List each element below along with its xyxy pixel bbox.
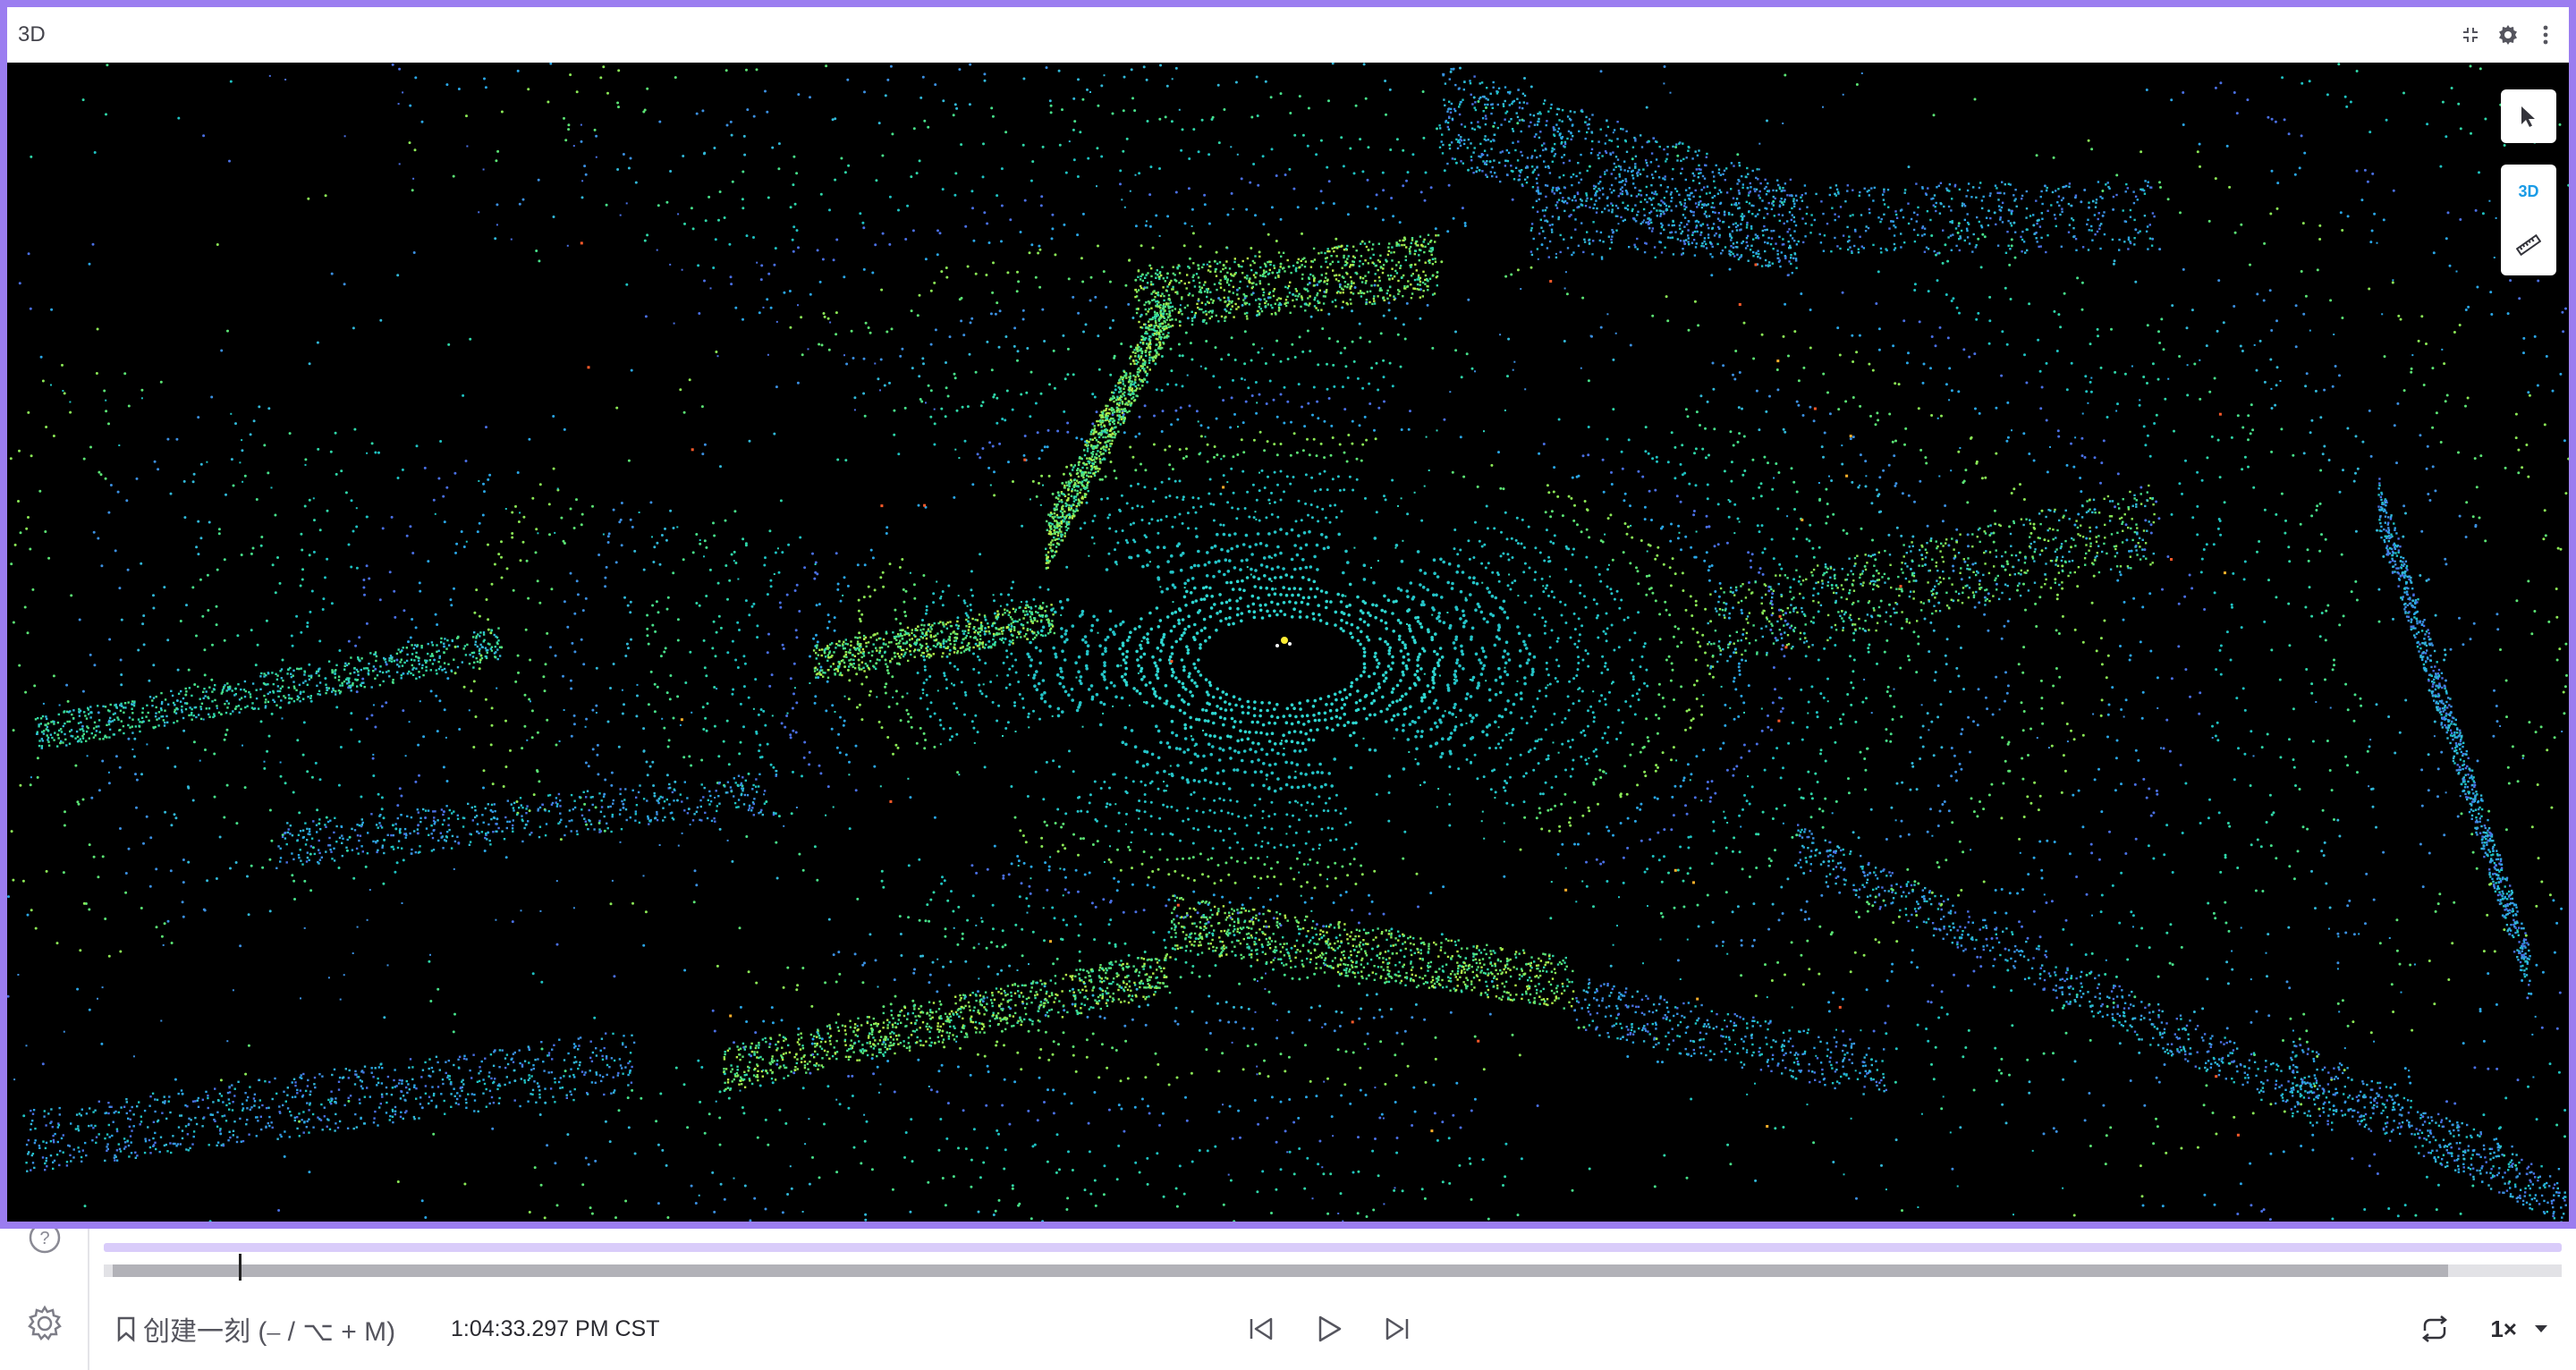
current-time: 1:04:33.297 PM CST xyxy=(451,1315,660,1341)
settings-gear-icon[interactable] xyxy=(23,1302,66,1345)
cursor-icon[interactable] xyxy=(2501,89,2556,143)
ruler-icon[interactable] xyxy=(2501,218,2556,272)
skip-forward-icon[interactable] xyxy=(1377,1309,1417,1349)
timeline-loaded-range xyxy=(113,1264,2448,1277)
panel-title: 3D xyxy=(18,22,46,47)
timeline-playhead[interactable] xyxy=(239,1254,242,1281)
lidar-point-cloud xyxy=(7,63,2569,1222)
speed-label: 1× xyxy=(2490,1315,2517,1342)
timeline-range-bar[interactable] xyxy=(104,1243,2562,1252)
3d-panel: 3D 3D xyxy=(0,0,2576,1229)
interact-tool-group xyxy=(2501,89,2556,143)
bookmark-icon xyxy=(117,1316,135,1342)
view-mode-3d-button[interactable]: 3D xyxy=(2501,165,2556,218)
svg-text:?: ? xyxy=(39,1229,49,1248)
gear-icon[interactable] xyxy=(2496,22,2521,47)
panel-header: 3D xyxy=(7,7,2569,63)
create-moment-button[interactable]: 创建一刻 (⎯ / ⌥ + M) xyxy=(116,1309,395,1349)
playback-speed-select[interactable]: 1× xyxy=(2490,1315,2549,1343)
play-icon[interactable] xyxy=(1309,1309,1349,1349)
collapse-icon[interactable] xyxy=(2458,22,2483,47)
more-vertical-icon[interactable] xyxy=(2533,22,2558,47)
create-moment-label: 创建一刻 (⎯ / ⌥ + M) xyxy=(143,1317,396,1347)
vehicle-center xyxy=(1209,619,1352,701)
chevron-down-icon xyxy=(2535,1325,2547,1332)
point-cloud-viewport[interactable]: 3D xyxy=(7,63,2569,1222)
skip-back-icon[interactable] xyxy=(1241,1309,1281,1349)
transport-controls xyxy=(1241,1309,1417,1349)
view-tool-group: 3D xyxy=(2501,165,2556,275)
loop-icon[interactable] xyxy=(2415,1309,2454,1349)
timeline-scrubber[interactable] xyxy=(104,1254,2562,1281)
playback-controls: 创建一刻 (⎯ / ⌥ + M) 1:04:33.297 PM CST 1× xyxy=(89,1229,2576,1370)
